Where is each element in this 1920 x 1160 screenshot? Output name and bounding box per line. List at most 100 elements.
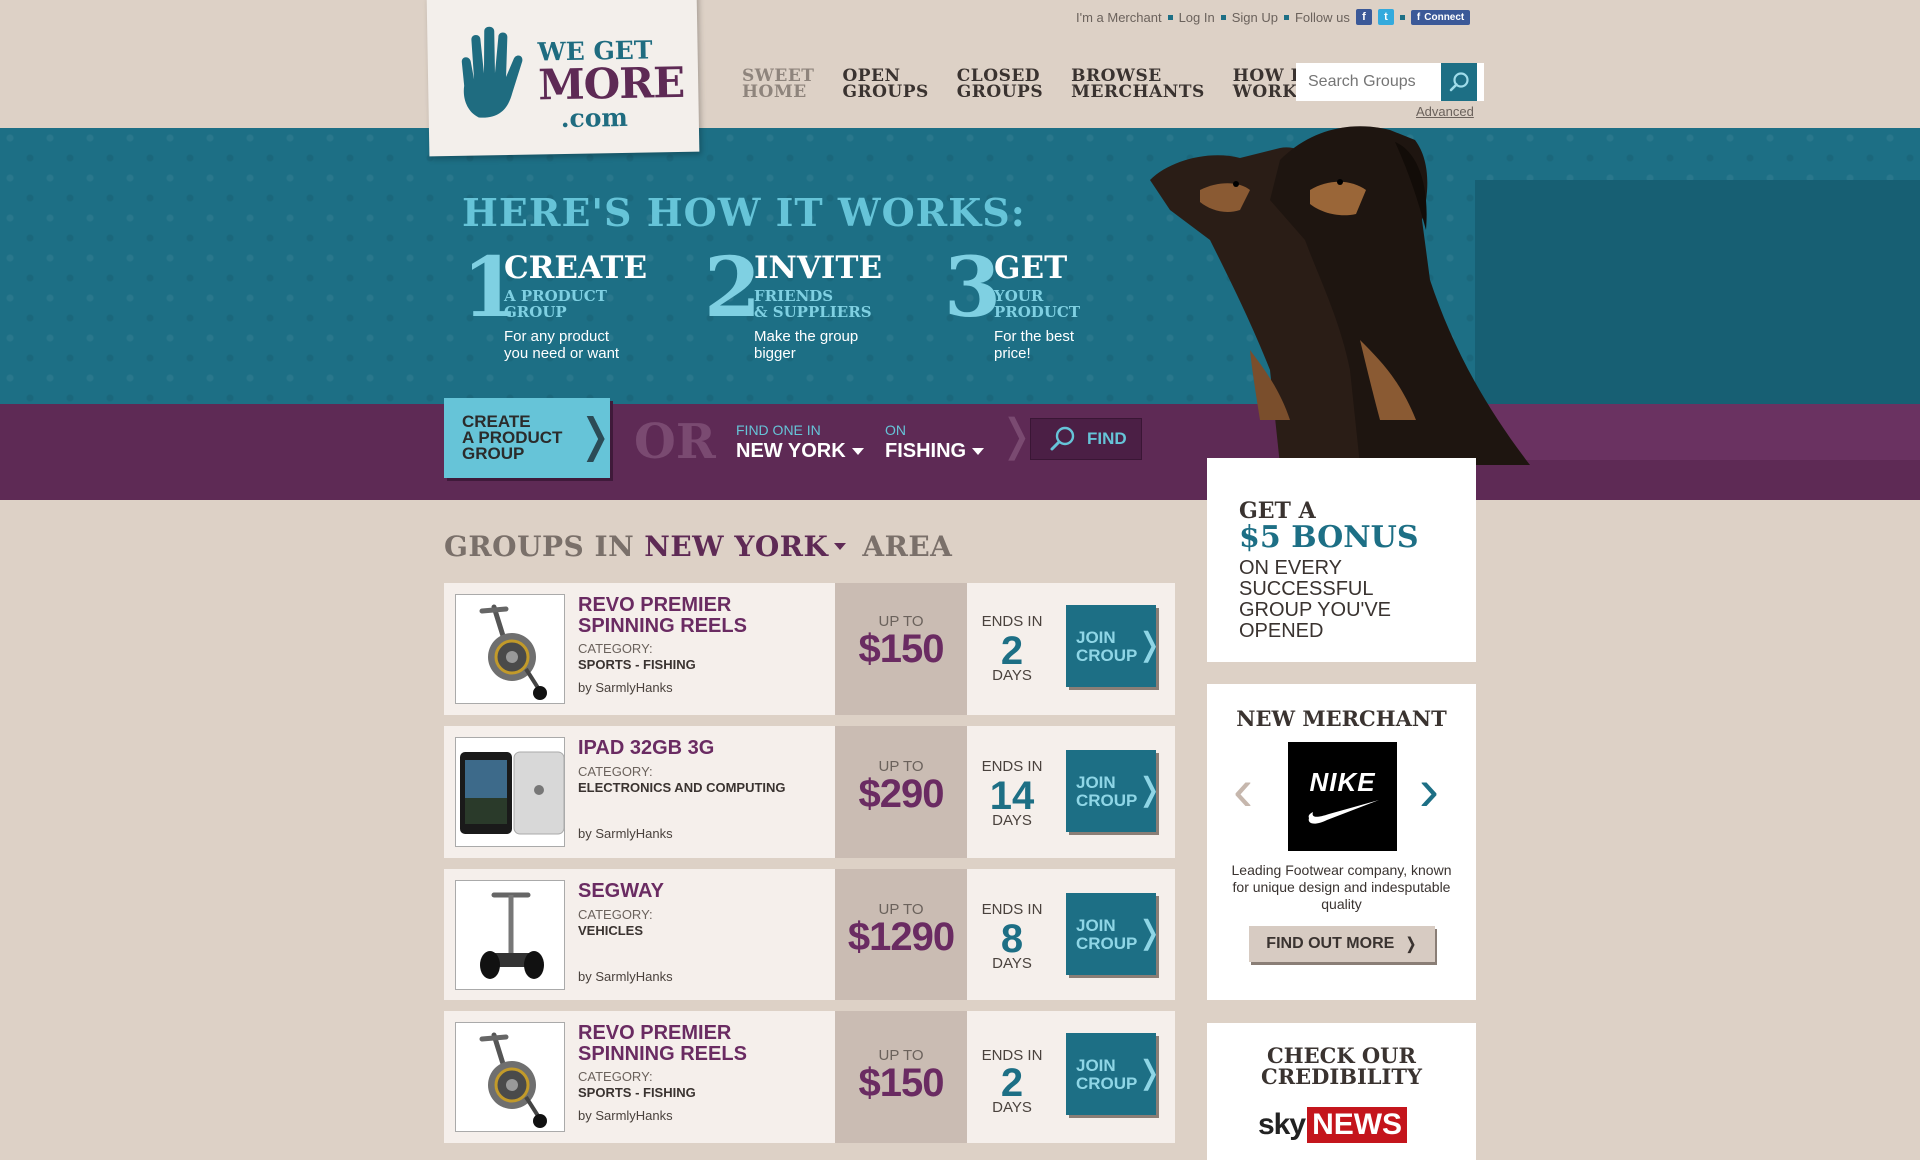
product-thumbnail[interactable]	[455, 880, 565, 990]
join-label-line1: JOIN	[1076, 773, 1116, 792]
merchant-link[interactable]: I'm a Merchant	[1076, 10, 1162, 25]
category-value: SPORTS - FISHING	[578, 1085, 696, 1100]
group-row: IPAD 32GB 3G CATEGORY: ELECTRONICS AND C…	[444, 726, 1175, 858]
join-group-button[interactable]: JOIN CROUP ❭	[1066, 893, 1163, 975]
separator-square	[1167, 14, 1173, 20]
group-title-link[interactable]: REVO PREMIER SPINNING REELS	[578, 595, 798, 637]
sky-news-logo[interactable]: sky NEWS	[1258, 1107, 1408, 1143]
groups-city-value: NEW YORK	[644, 530, 829, 563]
search-icon	[1050, 426, 1075, 451]
nav-label-line2: GROUPS	[956, 82, 1044, 102]
find-button[interactable]: FIND	[1030, 418, 1142, 460]
chevron-right-icon: ❭	[1136, 626, 1163, 662]
or-label: OR	[634, 414, 716, 470]
chevron-left-icon[interactable]: ‹	[1233, 760, 1253, 820]
days-remaining: 8	[1000, 917, 1024, 961]
price-column: UP TO $150	[835, 583, 967, 715]
price-column: UP TO $1290	[835, 869, 967, 1000]
nav-label-line2: GROUPS	[842, 82, 929, 102]
category-dropdown[interactable]: FISHING	[885, 440, 985, 463]
bonus-amount: $5 BONUS	[1239, 520, 1419, 555]
ends-column: ENDS IN 14 DAYS JOIN CROUP ❭	[967, 726, 1175, 858]
on-label: ON	[885, 422, 906, 438]
nav-browse-merchants[interactable]: BROWSE MERCHANTS	[1071, 68, 1205, 101]
product-thumbnail[interactable]	[455, 1022, 565, 1132]
new-merchant-card: NEW MERCHANT ‹ NIKE › Leading Footwear c…	[1207, 684, 1476, 1000]
days-remaining: 2	[1000, 1061, 1024, 1105]
twitter-icon[interactable]: t	[1377, 9, 1394, 25]
join-group-label: JOIN CROUP	[1076, 1057, 1137, 1093]
merchant-logo[interactable]: NIKE	[1288, 742, 1397, 851]
step-description-line1: For any product	[504, 328, 610, 345]
chevron-down-icon	[972, 448, 985, 455]
separator-square	[1220, 14, 1226, 20]
step-description: Make the group bigger	[754, 328, 894, 362]
join-group-button[interactable]: JOIN CROUP ❭	[1066, 750, 1163, 832]
nav-closed-groups[interactable]: CLOSED GROUPS	[956, 68, 1044, 102]
group-title-line2: SPINNING REELS	[578, 1043, 747, 1065]
credibility-title: CHECK OUR CREDIBILITY	[1207, 1045, 1476, 1087]
advanced-search-link[interactable]: Advanced	[1416, 104, 1474, 119]
join-group-button[interactable]: JOIN CROUP ❭	[1066, 1033, 1163, 1115]
step-description-line2: you need or want	[504, 345, 620, 362]
groups-heading-prefix: GROUPS IN	[444, 530, 635, 563]
separator-square	[1283, 14, 1289, 20]
groups-city-dropdown[interactable]: NEW YORK	[644, 530, 847, 563]
step-title: GET	[994, 250, 1068, 286]
find-out-more-label: FIND OUT MORE	[1266, 935, 1395, 952]
create-product-group-button[interactable]: CREATE A PRODUCT GROUP ❭	[444, 398, 615, 478]
category-label: CATEGORY:	[578, 1069, 653, 1084]
group-price: $1290	[847, 915, 955, 959]
days-remaining: 14	[989, 774, 1035, 818]
dogs-illustration	[1150, 126, 1530, 465]
separator-square	[1399, 14, 1405, 20]
chevron-right-icon: ❭	[1136, 771, 1163, 807]
login-link[interactable]: Log In	[1179, 10, 1215, 25]
main-nav: SWEET HOME OPEN GROUPS CLOSED GROUPS BRO…	[742, 68, 1312, 102]
chevron-right-icon[interactable]: ›	[1419, 760, 1439, 820]
step-title: INVITE	[754, 250, 883, 286]
group-title-line1: REVO PREMIER	[578, 1022, 732, 1044]
days-label: DAYS	[992, 955, 1032, 972]
group-title-link[interactable]: SEGWAY	[578, 881, 798, 902]
step-subtitle: YOUR PRODUCT	[994, 288, 1134, 320]
category-label: CATEGORY:	[578, 907, 653, 922]
category-value: VEHICLES	[578, 923, 644, 938]
swoosh-icon	[1308, 800, 1379, 824]
signup-link[interactable]: Sign Up	[1232, 10, 1278, 25]
ends-in-label: ENDS IN	[981, 758, 1043, 775]
group-row: REVO PREMIER SPINNING REELS CATEGORY: SP…	[444, 583, 1175, 715]
nav-open-groups[interactable]: OPEN GROUPS	[842, 68, 929, 102]
search-button[interactable]	[1441, 63, 1477, 101]
group-title-line1: IPAD 32GB 3G	[578, 737, 715, 759]
product-thumbnail[interactable]	[455, 594, 565, 704]
join-group-label: JOIN CROUP	[1076, 774, 1137, 810]
group-title-link[interactable]: IPAD 32GB 3G	[578, 738, 798, 759]
group-title-link[interactable]: REVO PREMIER SPINNING REELS	[578, 1023, 798, 1065]
search-input[interactable]	[1296, 73, 1440, 91]
facebook-connect-label: Connect	[1424, 11, 1465, 23]
logo-wordmark: WE GET MORE .com	[537, 35, 685, 133]
step-description: For any product you need or want	[504, 328, 644, 362]
days-label: DAYS	[992, 812, 1032, 829]
join-label-line2: CROUP	[1076, 1074, 1138, 1093]
step-subtitle-line1: YOUR	[994, 287, 1044, 305]
product-thumbnail[interactable]	[455, 737, 565, 847]
facebook-icon[interactable]: f	[1355, 9, 1372, 25]
facebook-connect-button[interactable]: f Connect	[1410, 9, 1471, 25]
ends-column: ENDS IN 2 DAYS JOIN CROUP ❭	[967, 1011, 1175, 1143]
nav-sweet-home[interactable]: SWEET HOME	[742, 68, 814, 101]
find-out-more-button[interactable]: FIND OUT MORE ❭	[1249, 926, 1435, 962]
site-logo[interactable]: WE GET MORE .com	[426, 0, 700, 157]
step-description: For the best price!	[994, 328, 1134, 362]
step-subtitle-line2: PRODUCT	[994, 303, 1081, 321]
location-value: NEW YORK	[736, 440, 846, 462]
group-price: $290	[858, 772, 945, 816]
search-icon	[1449, 72, 1469, 92]
merchant-description: Leading Footwear company, known for uniq…	[1231, 862, 1452, 912]
ends-column: ENDS IN 8 DAYS JOIN CROUP ❭	[967, 869, 1175, 1000]
credibility-card: CHECK OUR CREDIBILITY sky NEWS	[1207, 1023, 1476, 1160]
join-group-label: JOIN CROUP	[1076, 629, 1137, 665]
join-group-button[interactable]: JOIN CROUP ❭	[1066, 605, 1163, 687]
location-dropdown[interactable]: NEW YORK	[736, 440, 864, 463]
